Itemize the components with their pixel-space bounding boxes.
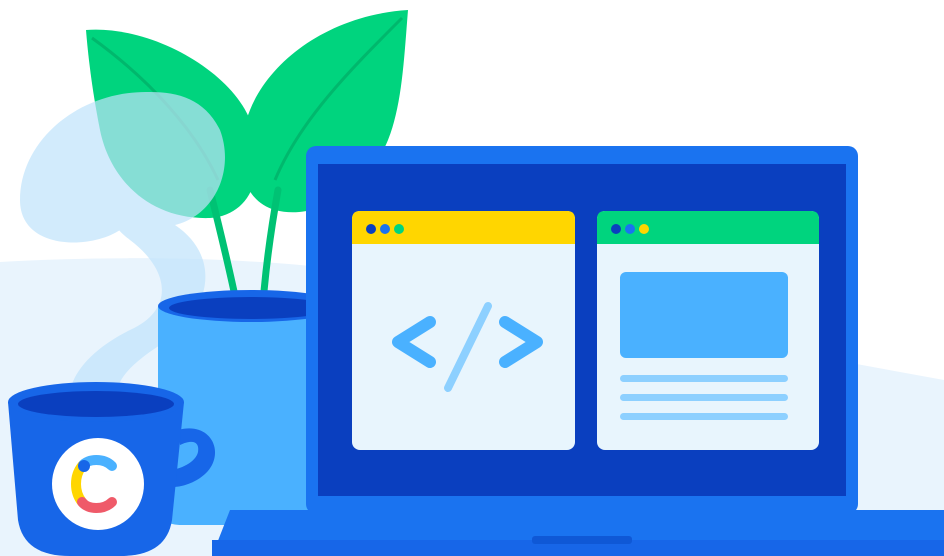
mug-logo-badge — [52, 438, 144, 530]
preview-window-dot-1 — [611, 224, 621, 234]
code-window-dot-1 — [366, 224, 376, 234]
mug-coffee — [18, 391, 174, 417]
code-window — [352, 211, 575, 450]
preview-window-dot-2 — [625, 224, 635, 234]
illustration-scene — [0, 0, 944, 556]
code-window-frame — [352, 211, 575, 450]
logo-dot — [78, 460, 90, 472]
code-window-dot-3 — [394, 224, 404, 234]
preview-window — [597, 211, 819, 450]
illustration-canvas — [0, 10, 944, 556]
laptop-trackpad-notch — [532, 536, 632, 544]
laptop — [212, 146, 944, 556]
code-window-dot-2 — [380, 224, 390, 234]
preview-window-dot-3 — [639, 224, 649, 234]
layout-preview-icon — [620, 272, 788, 420]
